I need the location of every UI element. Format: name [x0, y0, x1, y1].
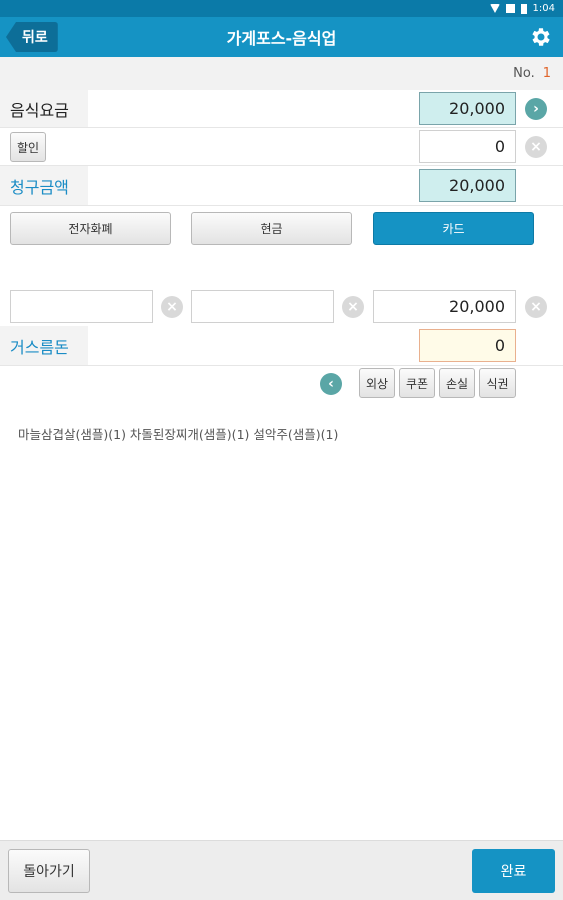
clear-icon[interactable]: × — [525, 136, 547, 158]
wifi-icon — [489, 4, 500, 13]
discount-button[interactable]: 할인 — [10, 132, 46, 162]
card-button[interactable]: 카드 — [373, 212, 534, 245]
change-row: 거스름돈 0 — [0, 326, 563, 366]
order-number-row: No. 1 — [0, 57, 563, 90]
cash-input[interactable] — [191, 290, 334, 323]
order-number-label: No. — [513, 66, 535, 81]
signal-icon — [505, 4, 515, 13]
gear-icon[interactable] — [529, 25, 553, 49]
app-bar: 뒤로 가게포스-음식업 — [0, 17, 563, 57]
order-number-value: 1 — [542, 66, 551, 81]
clear-icon[interactable]: × — [342, 296, 364, 318]
cash-button[interactable]: 현금 — [191, 212, 352, 245]
change-field: 0 — [419, 329, 516, 362]
footer-bar: 돌아가기 완료 — [0, 840, 563, 900]
return-button[interactable]: 돌아가기 — [8, 849, 90, 893]
back-button[interactable]: 뒤로 — [6, 22, 58, 52]
clear-icon[interactable]: × — [525, 296, 547, 318]
status-bar: 1:04 — [0, 0, 563, 17]
card-input[interactable]: 20,000 — [373, 290, 516, 323]
credit-button[interactable]: 외상 — [359, 368, 395, 398]
e-money-button[interactable]: 전자화폐 — [10, 212, 171, 245]
chevron-left-icon[interactable]: ‹ — [320, 373, 342, 395]
discount-field[interactable]: 0 — [419, 130, 516, 163]
chevron-right-icon[interactable]: › — [525, 98, 547, 120]
loss-button[interactable]: 손실 — [439, 368, 475, 398]
order-items-text: 마늘삼겹살(샘플)(1) 차돌된장찌개(샘플)(1) 설악주(샘플)(1) — [18, 427, 339, 442]
page-title: 가게포스-음식업 — [226, 29, 337, 48]
battery-icon — [520, 3, 527, 14]
bill-amount-label: 청구금액 — [0, 166, 88, 205]
food-charge-row: 음식요금 20,000 › — [0, 90, 563, 128]
status-time: 1:04 — [532, 3, 555, 14]
discount-row: 할인 0 × — [0, 128, 563, 166]
bill-amount-field: 20,000 — [419, 169, 516, 202]
food-charge-label: 음식요금 — [0, 90, 88, 127]
e-money-input[interactable] — [10, 290, 153, 323]
change-label: 거스름돈 — [0, 326, 88, 365]
clear-icon[interactable]: × — [161, 296, 183, 318]
coupon-button[interactable]: 쿠폰 — [399, 368, 435, 398]
meal-ticket-button[interactable]: 식권 — [479, 368, 516, 398]
food-charge-field: 20,000 — [419, 92, 516, 125]
bill-amount-row: 청구금액 20,000 — [0, 166, 563, 206]
done-button[interactable]: 완료 — [472, 849, 555, 893]
